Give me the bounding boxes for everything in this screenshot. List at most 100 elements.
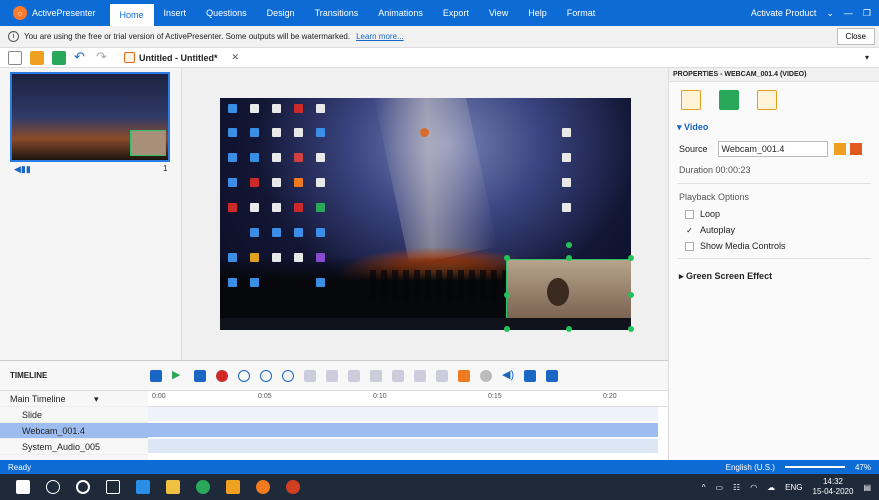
- resize-handle[interactable]: [504, 292, 510, 298]
- menu-questions[interactable]: Questions: [196, 0, 257, 26]
- network-icon[interactable]: ☷: [733, 483, 740, 492]
- audio-track[interactable]: [148, 439, 658, 453]
- freeze-icon[interactable]: [436, 369, 448, 382]
- video-section-title[interactable]: ▾ Video: [669, 118, 879, 137]
- effects-tab-icon[interactable]: [757, 90, 777, 110]
- toolbar-dropdown-icon[interactable]: ▾: [865, 53, 869, 62]
- battery-icon[interactable]: ▭: [715, 483, 723, 492]
- menu-home[interactable]: Home: [109, 4, 154, 26]
- stop-icon[interactable]: [194, 369, 206, 382]
- chrome-icon[interactable]: [196, 480, 210, 494]
- close-tab-icon[interactable]: ✕: [232, 52, 240, 63]
- record-icon[interactable]: [216, 369, 228, 382]
- redo-icon[interactable]: ↷: [96, 50, 110, 65]
- cut-icon[interactable]: [348, 369, 360, 382]
- zoom-fit-icon[interactable]: [282, 369, 294, 382]
- folder-icon[interactable]: [166, 480, 180, 494]
- green-screen-section[interactable]: ▸ Green Screen Effect: [669, 263, 879, 290]
- resize-handle[interactable]: [566, 255, 572, 261]
- search-icon[interactable]: [46, 480, 60, 494]
- resize-handle[interactable]: [504, 326, 510, 332]
- close-notice-button[interactable]: Close: [836, 28, 875, 45]
- source-field[interactable]: Webcam_001.4: [717, 141, 828, 157]
- tray-up-icon[interactable]: ^: [702, 483, 706, 492]
- resize-handle[interactable]: [504, 255, 510, 261]
- loop-checkbox[interactable]: Loop: [669, 206, 879, 222]
- menu-export[interactable]: Export: [433, 0, 479, 26]
- resize-handle[interactable]: [628, 292, 634, 298]
- cloud-icon[interactable]: ☁: [767, 483, 775, 492]
- activate-product-link[interactable]: Activate Product: [751, 8, 817, 18]
- minimize-icon[interactable]: —: [844, 8, 853, 18]
- resize-handle[interactable]: [628, 326, 634, 332]
- menu-insert[interactable]: Insert: [154, 0, 197, 26]
- main-timeline-select[interactable]: Main Timeline ▾: [0, 391, 148, 407]
- slide-stage[interactable]: [220, 98, 631, 330]
- slide-track[interactable]: [148, 407, 658, 421]
- windows-start-icon[interactable]: [16, 480, 30, 494]
- crop-icon[interactable]: [370, 369, 382, 382]
- menu-animations[interactable]: Animations: [368, 0, 433, 26]
- menu-design[interactable]: Design: [257, 0, 305, 26]
- speed-icon[interactable]: [414, 369, 426, 382]
- fade-out-icon[interactable]: [546, 369, 558, 382]
- fade-in-icon[interactable]: [524, 369, 536, 382]
- media-tab-icon[interactable]: [681, 90, 701, 110]
- undo-icon[interactable]: ↶: [74, 50, 88, 65]
- cursor-path-icon[interactable]: [458, 369, 470, 382]
- autoplay-checkbox[interactable]: ✓ Autoplay: [669, 222, 879, 238]
- blur-icon[interactable]: [480, 369, 492, 382]
- desktop-icon: [294, 228, 303, 237]
- desktop-icon: [272, 178, 281, 187]
- menu-format[interactable]: Format: [557, 0, 606, 26]
- replace-media-icon[interactable]: [833, 143, 846, 155]
- activepresenter-icon[interactable]: [256, 480, 270, 494]
- save-icon[interactable]: [52, 50, 66, 65]
- restore-icon[interactable]: ❐: [863, 8, 871, 19]
- resize-handle[interactable]: [628, 255, 634, 261]
- ruler-tick: 0:15: [488, 393, 502, 400]
- zoom-in-icon[interactable]: [238, 369, 250, 382]
- desktop-icon: [228, 253, 237, 262]
- wifi-icon[interactable]: ◠: [750, 483, 757, 492]
- new-file-icon[interactable]: [8, 50, 22, 65]
- timeline-row[interactable]: System_Audio_005: [0, 439, 148, 455]
- timeline-row[interactable]: Webcam_001.4: [0, 423, 148, 439]
- learn-more-link[interactable]: Learn more...: [356, 32, 404, 41]
- menu-help[interactable]: Help: [518, 0, 557, 26]
- split-icon[interactable]: [304, 369, 316, 382]
- webcam-track[interactable]: [148, 423, 658, 437]
- powerpoint-icon[interactable]: [286, 480, 300, 494]
- join-icon[interactable]: [326, 369, 338, 382]
- menu-view[interactable]: View: [479, 0, 518, 26]
- edge-icon[interactable]: [136, 480, 150, 494]
- language-indicator[interactable]: ENG: [785, 483, 802, 492]
- slide-thumbnail[interactable]: [10, 72, 170, 162]
- document-tab[interactable]: Untitled - Untitled* ✕: [124, 52, 239, 63]
- notifications-icon[interactable]: ▤: [863, 483, 871, 492]
- show-media-controls-checkbox[interactable]: Show Media Controls: [669, 238, 879, 254]
- timeline-view-icon[interactable]: [150, 369, 162, 382]
- timeline-ruler[interactable]: 0:00 0:05 0:10 0:15 0:20: [148, 391, 668, 407]
- timeline-panel: TIMELINE ▶ ◀) Main Timeline ▾ Slide Webc…: [0, 360, 668, 461]
- open-folder-icon[interactable]: [30, 50, 44, 65]
- volume-icon[interactable]: ◀): [502, 369, 514, 382]
- size-tab-icon[interactable]: [719, 90, 739, 110]
- titlebar-controls: Activate Product ⌄ — ❐: [751, 0, 871, 26]
- timeline-row[interactable]: Slide: [0, 407, 148, 423]
- clock[interactable]: 14:32 15-04-2020: [813, 477, 854, 497]
- play-icon[interactable]: ▶: [172, 369, 184, 382]
- remove-media-icon[interactable]: [849, 143, 862, 155]
- zoom-slider[interactable]: [784, 466, 845, 468]
- insert-time-icon[interactable]: [392, 369, 404, 382]
- resize-handle[interactable]: [566, 326, 572, 332]
- language-selector[interactable]: English (U.S.): [726, 463, 775, 472]
- zoom-level[interactable]: 47%: [855, 463, 871, 472]
- task-view-icon[interactable]: [106, 480, 120, 494]
- menu-transitions[interactable]: Transitions: [305, 0, 369, 26]
- cortana-icon[interactable]: [76, 480, 90, 494]
- zoom-out-icon[interactable]: [260, 369, 272, 382]
- rotate-handle[interactable]: [566, 242, 572, 248]
- file-explorer-icon[interactable]: [226, 480, 240, 494]
- chevron-down-icon[interactable]: ⌄: [826, 8, 834, 19]
